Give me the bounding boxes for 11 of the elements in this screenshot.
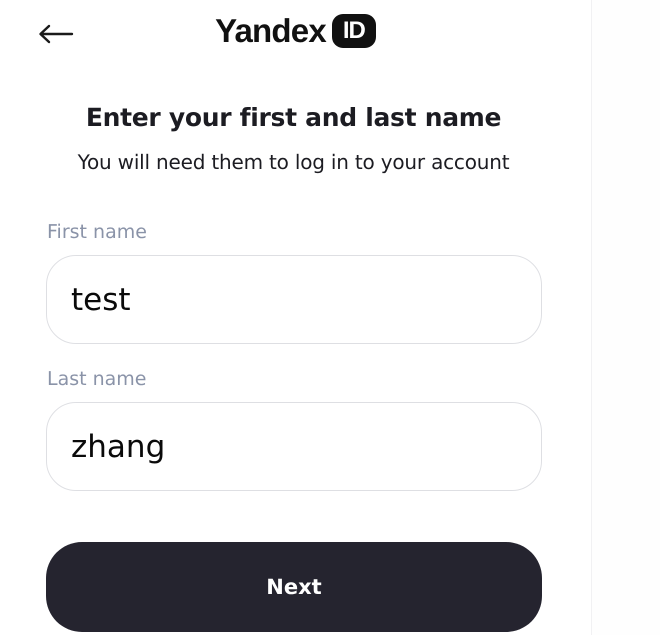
- name-input-field[interactable]: test: [46, 255, 542, 344]
- field-label: Last name: [47, 367, 148, 392]
- logo-badge: ID: [332, 14, 376, 48]
- field-label: First name: [47, 220, 148, 245]
- back-arrow-icon: [38, 24, 74, 44]
- back-button[interactable]: [38, 22, 74, 46]
- page-title: Enter your first and last name: [84, 102, 502, 134]
- logo-wordmark: Yandex: [215, 13, 326, 49]
- next-button[interactable]: Next: [46, 542, 542, 632]
- page-subtitle: You will need them to log in to your account: [76, 149, 510, 176]
- name-input-field[interactable]: zhang: [46, 402, 542, 491]
